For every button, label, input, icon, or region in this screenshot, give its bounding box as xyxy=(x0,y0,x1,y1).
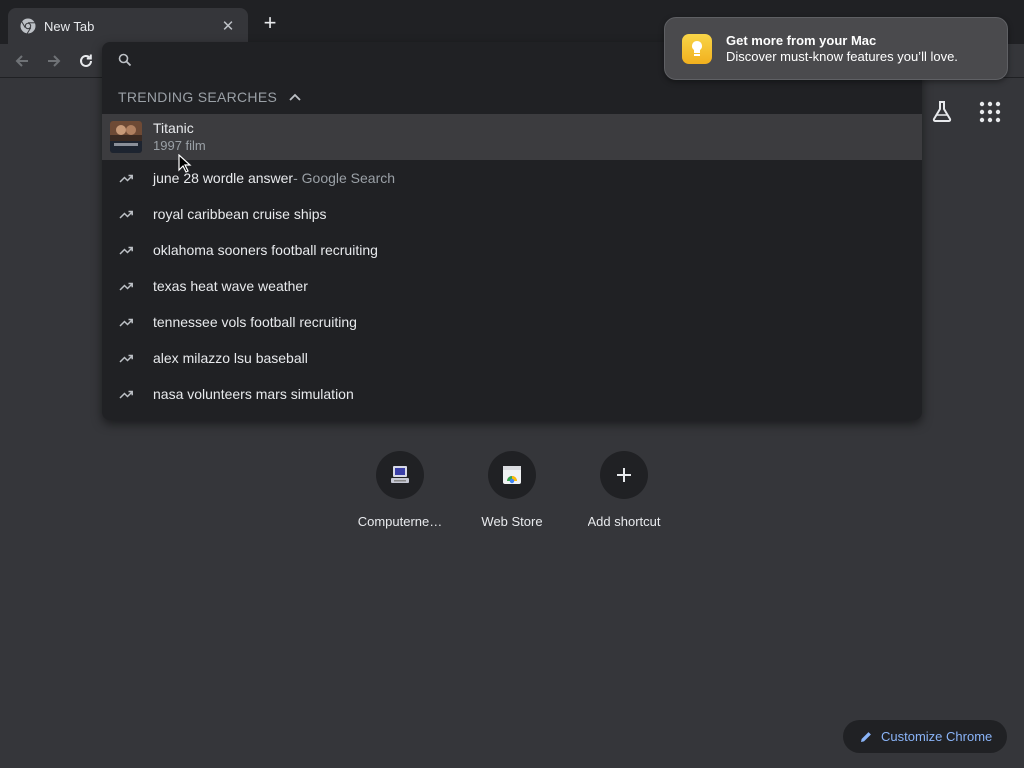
titanic-poster-thumbnail xyxy=(110,121,142,153)
add-shortcut-button[interactable]: Add shortcut xyxy=(568,451,680,529)
suggestion-subtitle: 1997 film xyxy=(153,138,206,153)
mac-notification[interactable]: Get more from your Mac Discover must-kno… xyxy=(664,17,1008,80)
back-arrow-icon xyxy=(15,55,28,67)
new-tab-button[interactable]: + xyxy=(258,12,282,36)
trending-icon xyxy=(118,206,134,222)
customize-chrome-label: Customize Chrome xyxy=(881,729,993,744)
pencil-icon xyxy=(861,731,871,742)
suggestion-text: tennessee vols football recruiting xyxy=(153,314,357,330)
trending-header: TRENDING SEARCHES xyxy=(102,80,922,114)
trending-icon xyxy=(118,314,134,330)
suggestion-item[interactable]: royal caribbean cruise ships xyxy=(102,196,922,232)
shortcut-tile xyxy=(488,451,536,499)
suggestion-item[interactable]: alex milazzo lsu baseball xyxy=(102,340,922,376)
trending-icon xyxy=(118,170,134,186)
forward-button[interactable] xyxy=(41,48,67,74)
trending-label: TRENDING SEARCHES xyxy=(118,89,278,105)
shortcut-web-store[interactable]: Web Store xyxy=(456,451,568,529)
computer-icon xyxy=(391,466,409,483)
notification-body: Discover must-know features you’ll love. xyxy=(726,48,958,64)
back-button[interactable] xyxy=(9,48,35,74)
chrome-icon xyxy=(20,18,36,34)
suggestion-item[interactable]: nasa volunteers mars simulation xyxy=(102,376,922,412)
omnibox-dropdown: TRENDING SEARCHES Titanic 1997 film june… xyxy=(102,42,922,420)
trending-icon xyxy=(118,386,134,402)
chevron-up-icon[interactable] xyxy=(287,89,303,105)
apps-grid-icon[interactable] xyxy=(978,100,1002,124)
labs-flask-icon[interactable] xyxy=(929,98,955,124)
shortcut-tile xyxy=(376,451,424,499)
shortcut-computerne[interactable]: Computerne… xyxy=(344,451,456,529)
forward-arrow-icon xyxy=(48,55,61,67)
suggestion-item[interactable]: june 28 wordle answer - Google Search xyxy=(102,160,922,196)
trending-icon xyxy=(118,350,134,366)
search-icon xyxy=(118,53,132,67)
suggestion-text: oklahoma sooners football recruiting xyxy=(153,242,378,258)
trending-icon xyxy=(118,278,134,294)
reload-icon xyxy=(80,54,92,67)
shortcut-tile xyxy=(600,451,648,499)
plus-icon xyxy=(617,468,631,482)
suggestion-title: Titanic xyxy=(153,120,194,136)
web-store-icon xyxy=(503,466,521,484)
shortcut-label: Add shortcut xyxy=(587,514,661,529)
suggestion-item[interactable]: tennessee vols football recruiting xyxy=(102,304,922,340)
shortcut-label: Computerne… xyxy=(357,514,443,529)
lightbulb-icon xyxy=(682,33,712,64)
notification-title: Get more from your Mac xyxy=(726,32,877,48)
suggestion-text: texas heat wave weather xyxy=(153,278,308,294)
tab-close-button[interactable]: ✕ xyxy=(218,17,238,35)
tab-new-tab[interactable]: New Tab ✕ xyxy=(8,8,248,44)
mouse-cursor-icon xyxy=(178,154,192,173)
suggestion-item[interactable]: oklahoma sooners football recruiting xyxy=(102,232,922,268)
suggestion-item[interactable]: texas heat wave weather xyxy=(102,268,922,304)
tab-title: New Tab xyxy=(44,18,95,34)
suggestion-titanic[interactable]: Titanic 1997 film xyxy=(102,114,922,160)
suggestion-text: nasa volunteers mars simulation xyxy=(153,386,354,402)
reload-button[interactable] xyxy=(73,48,99,74)
suggestion-suffix: - Google Search xyxy=(293,170,396,186)
suggestion-text: royal caribbean cruise ships xyxy=(153,206,327,222)
customize-chrome-button[interactable]: Customize Chrome xyxy=(843,720,1007,753)
suggestion-text: june 28 wordle answer xyxy=(153,170,294,186)
trending-icon xyxy=(118,242,134,258)
suggestion-text: alex milazzo lsu baseball xyxy=(153,350,308,366)
shortcut-label: Web Store xyxy=(481,514,543,529)
